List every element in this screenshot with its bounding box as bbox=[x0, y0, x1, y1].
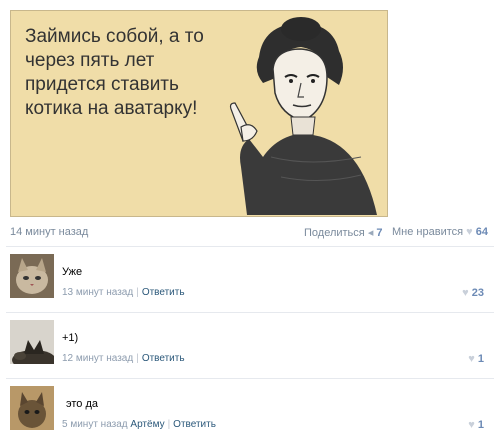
like-label: Мне нравится bbox=[392, 226, 464, 238]
avatar[interactable] bbox=[10, 254, 54, 298]
avatar[interactable] bbox=[10, 386, 54, 430]
comment-time[interactable]: 12 минут назад bbox=[62, 353, 133, 364]
comment-meta: 12 минут назад | Ответить bbox=[62, 353, 185, 364]
comment-time[interactable]: 13 минут назад bbox=[62, 287, 133, 298]
comment-text: Уже bbox=[62, 266, 83, 278]
avatar[interactable] bbox=[10, 320, 54, 364]
comment-meta: 5 минут назад Артёму | Ответить bbox=[62, 419, 216, 430]
heart-icon: ♥ bbox=[462, 287, 469, 299]
comment-like-count: 23 bbox=[471, 287, 484, 299]
reply-link[interactable]: Ответить bbox=[142, 353, 185, 364]
comment-like-count: 1 bbox=[477, 419, 484, 431]
comment-likes[interactable]: ♥ 1 bbox=[468, 419, 484, 431]
like-count: 64 bbox=[475, 226, 488, 238]
comment-likes[interactable]: ♥ 1 bbox=[468, 353, 484, 365]
comment-meta: 13 минут назад | Ответить bbox=[62, 287, 185, 298]
share-count: 7 bbox=[376, 227, 383, 239]
reply-link[interactable]: Ответить bbox=[142, 287, 185, 298]
like-button[interactable]: Мне нравится ♥ 64 bbox=[392, 226, 488, 238]
comment-likes[interactable]: ♥ 23 bbox=[462, 287, 484, 299]
comment-like-count: 1 bbox=[477, 353, 484, 365]
divider bbox=[6, 246, 494, 247]
post-image[interactable]: Займись собой, а то через пять лет приде… bbox=[10, 10, 388, 217]
comment-time[interactable]: 5 минут назад bbox=[62, 419, 128, 430]
share-label: Поделиться bbox=[304, 227, 365, 239]
comment-item: +1) 12 минут назад | Ответить ♥ 1 bbox=[6, 320, 494, 380]
woman-illustration bbox=[229, 17, 377, 215]
post-caption: Займись собой, а то через пять лет приде… bbox=[25, 26, 204, 119]
reply-link[interactable]: Ответить bbox=[173, 419, 216, 430]
share-button[interactable]: Поделиться ◂ 7 bbox=[304, 226, 383, 239]
heart-icon: ♥ bbox=[468, 353, 475, 365]
comment-text: +1) bbox=[62, 332, 79, 344]
heart-icon: ♥ bbox=[466, 226, 473, 238]
reply-to-link[interactable]: Артёму bbox=[130, 419, 164, 430]
post-time[interactable]: 14 минут назад bbox=[10, 226, 88, 238]
divider bbox=[6, 312, 494, 313]
divider bbox=[6, 378, 494, 379]
comment-text: это да bbox=[66, 398, 98, 410]
share-arrow-icon: ◂ bbox=[367, 227, 374, 239]
comment-item: Уже 13 минут назад | Ответить ♥ 23 bbox=[6, 254, 494, 314]
heart-icon: ♥ bbox=[468, 419, 475, 431]
comment-item: это да 5 минут назад Артёму | Ответить ♥ 1 bbox=[6, 386, 494, 441]
